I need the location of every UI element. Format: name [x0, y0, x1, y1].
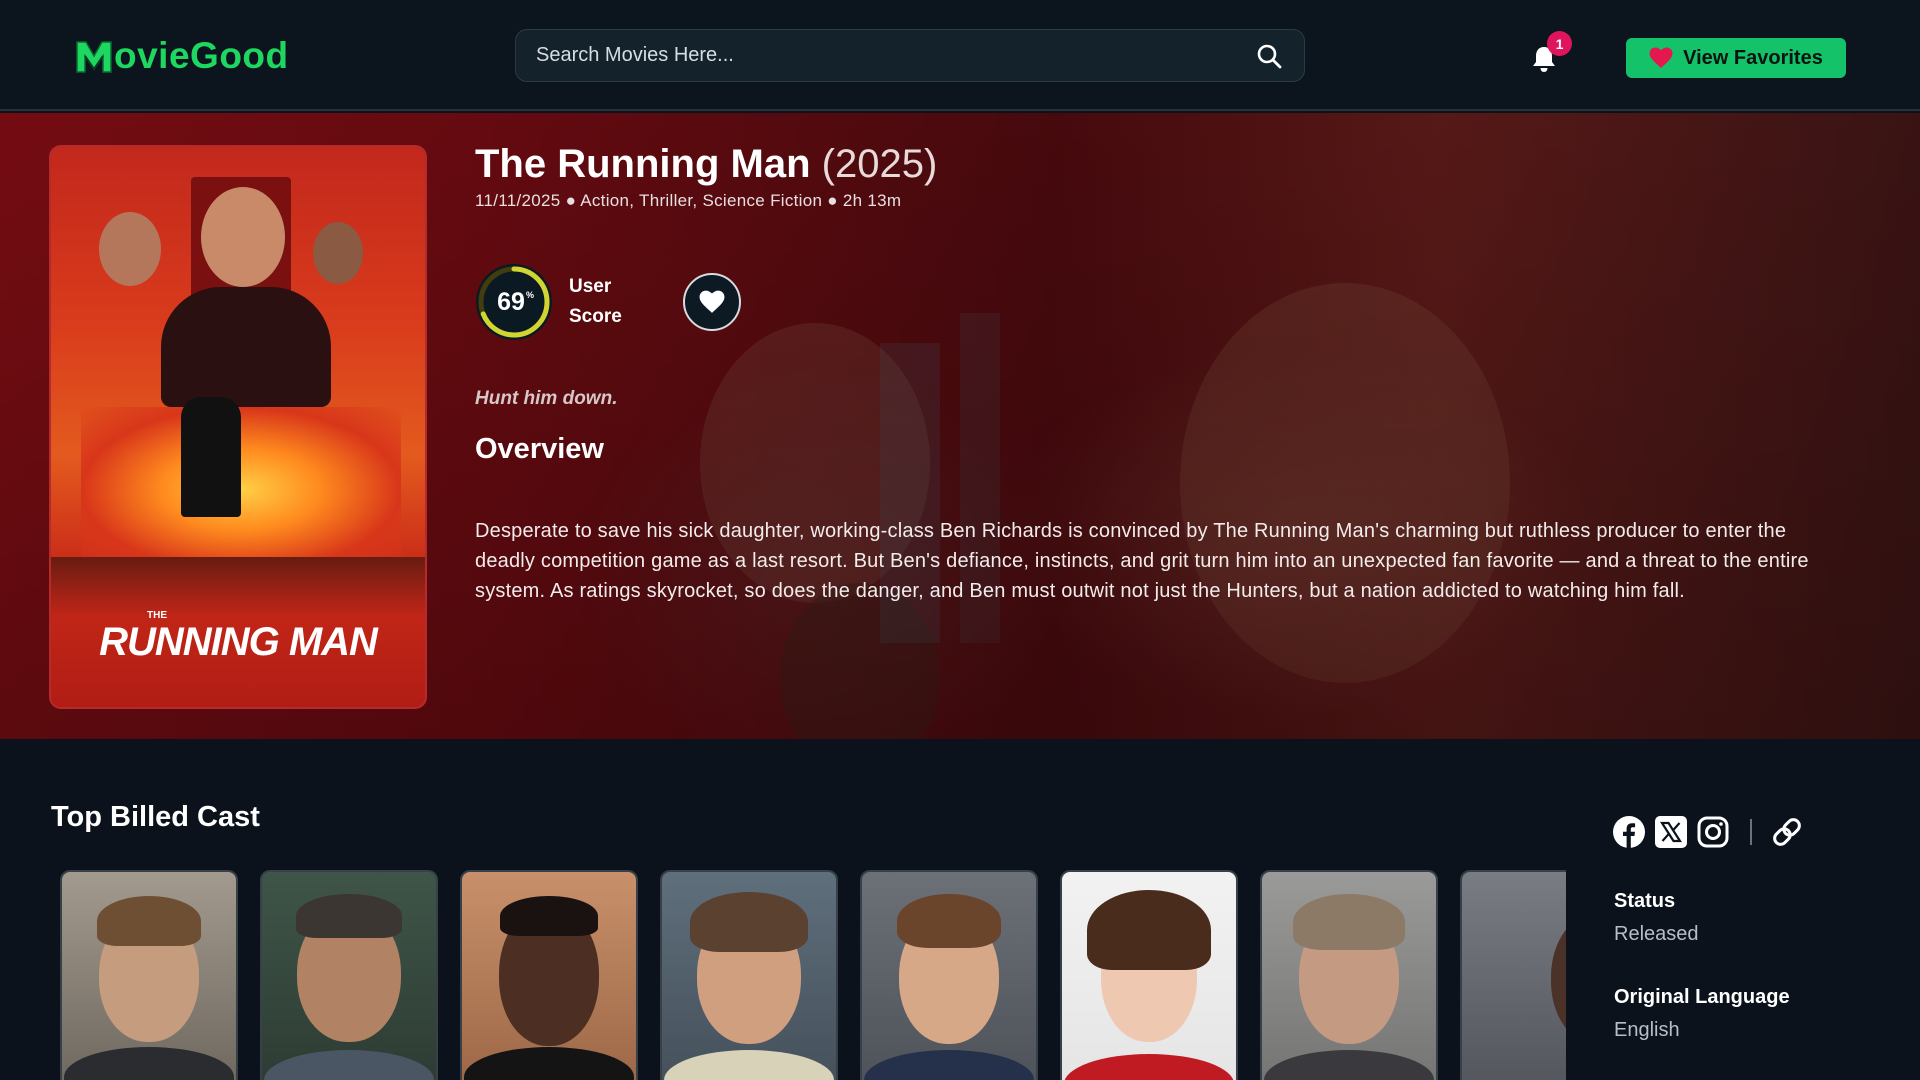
backdrop-figure — [780, 583, 940, 739]
heart-icon — [699, 290, 725, 313]
social-links — [1612, 815, 1804, 849]
movie-meta: 11/11/2025 ● Action, Thriller, Science F… — [475, 191, 902, 210]
backdrop-figure — [1180, 283, 1510, 683]
cast-body — [864, 1050, 1034, 1080]
cast-photo — [1551, 912, 1566, 1046]
link-icon[interactable] — [1770, 815, 1804, 849]
status-label: Status — [1614, 890, 1676, 912]
search-bar — [515, 29, 1305, 82]
poster-smoke — [51, 557, 425, 617]
poster-explosion — [81, 407, 401, 557]
search-icon[interactable] — [1256, 43, 1282, 69]
user-score-unit: % — [526, 290, 534, 300]
add-favorite-button[interactable] — [683, 273, 741, 331]
cast-body — [1264, 1050, 1434, 1080]
view-favorites-button[interactable]: View Favorites — [1626, 38, 1846, 78]
user-score: 69 % User Score — [475, 263, 622, 341]
x-icon[interactable] — [1654, 815, 1688, 849]
cast-hair — [897, 894, 1001, 948]
original-language-value: English — [1614, 1019, 1680, 1041]
cast-body — [1064, 1054, 1234, 1080]
logo-text: ovieGood — [114, 35, 289, 76]
movie-year: (2025) — [821, 142, 938, 186]
instagram-icon[interactable] — [1696, 815, 1730, 849]
logo[interactable]: ovieGood — [74, 34, 289, 78]
poster-figure — [181, 397, 241, 517]
poster-face — [201, 187, 285, 287]
cast-hair — [1293, 894, 1405, 950]
cast-body — [464, 1047, 634, 1080]
cast-hair — [296, 894, 402, 938]
user-score-label-line1: User — [569, 276, 612, 297]
cast-hair — [1087, 890, 1211, 970]
poster-face — [313, 222, 363, 284]
user-score-label-line2: Score — [569, 306, 622, 327]
user-score-value: 69 — [497, 288, 525, 316]
movie-info: The Running Man (2025) 11/11/2025 ● Acti… — [475, 141, 1855, 211]
poster-face — [99, 212, 161, 286]
cast-body — [264, 1050, 434, 1080]
cast-hair — [97, 896, 201, 946]
cast-card[interactable] — [1260, 870, 1438, 1080]
cast-carousel — [60, 870, 1566, 1080]
cast-card[interactable] — [60, 870, 238, 1080]
movie-poster: THE RUNNING MAN — [49, 145, 427, 709]
cast-body — [64, 1047, 234, 1080]
cast-heading: Top Billed Cast — [51, 801, 260, 833]
overview-text: Desperate to save his sick daughter, wor… — [475, 520, 1809, 602]
user-score-ring: 69 % — [476, 264, 552, 340]
cast-hair — [690, 892, 808, 952]
notification-badge: 1 — [1547, 31, 1572, 56]
movie-tagline: Hunt him down. — [475, 388, 618, 409]
cast-card[interactable] — [260, 870, 438, 1080]
view-favorites-label: View Favorites — [1683, 46, 1823, 69]
social-divider — [1750, 819, 1752, 845]
cast-card[interactable] — [1460, 870, 1566, 1080]
cast-card[interactable] — [860, 870, 1038, 1080]
original-language-label: Original Language — [1614, 986, 1790, 1008]
cast-hair — [500, 896, 598, 936]
poster-title-text: RUNNING MAN — [99, 620, 378, 664]
overview-heading: Overview — [475, 433, 604, 465]
heart-icon — [1649, 47, 1673, 68]
cast-card[interactable] — [1060, 870, 1238, 1080]
status-value: Released — [1614, 923, 1699, 945]
logo-m-icon — [76, 41, 112, 73]
cast-card[interactable] — [660, 870, 838, 1080]
movie-title-line: The Running Man (2025) — [475, 141, 1855, 187]
facebook-icon[interactable] — [1612, 815, 1646, 849]
poster-body — [161, 287, 331, 407]
movie-title: The Running Man — [475, 142, 811, 186]
cast-body — [664, 1050, 834, 1080]
search-input[interactable] — [536, 30, 1236, 81]
user-score-label: User Score — [569, 272, 622, 332]
top-navbar: ovieGood 1 View Favorites — [0, 0, 1920, 111]
cast-card[interactable] — [460, 870, 638, 1080]
